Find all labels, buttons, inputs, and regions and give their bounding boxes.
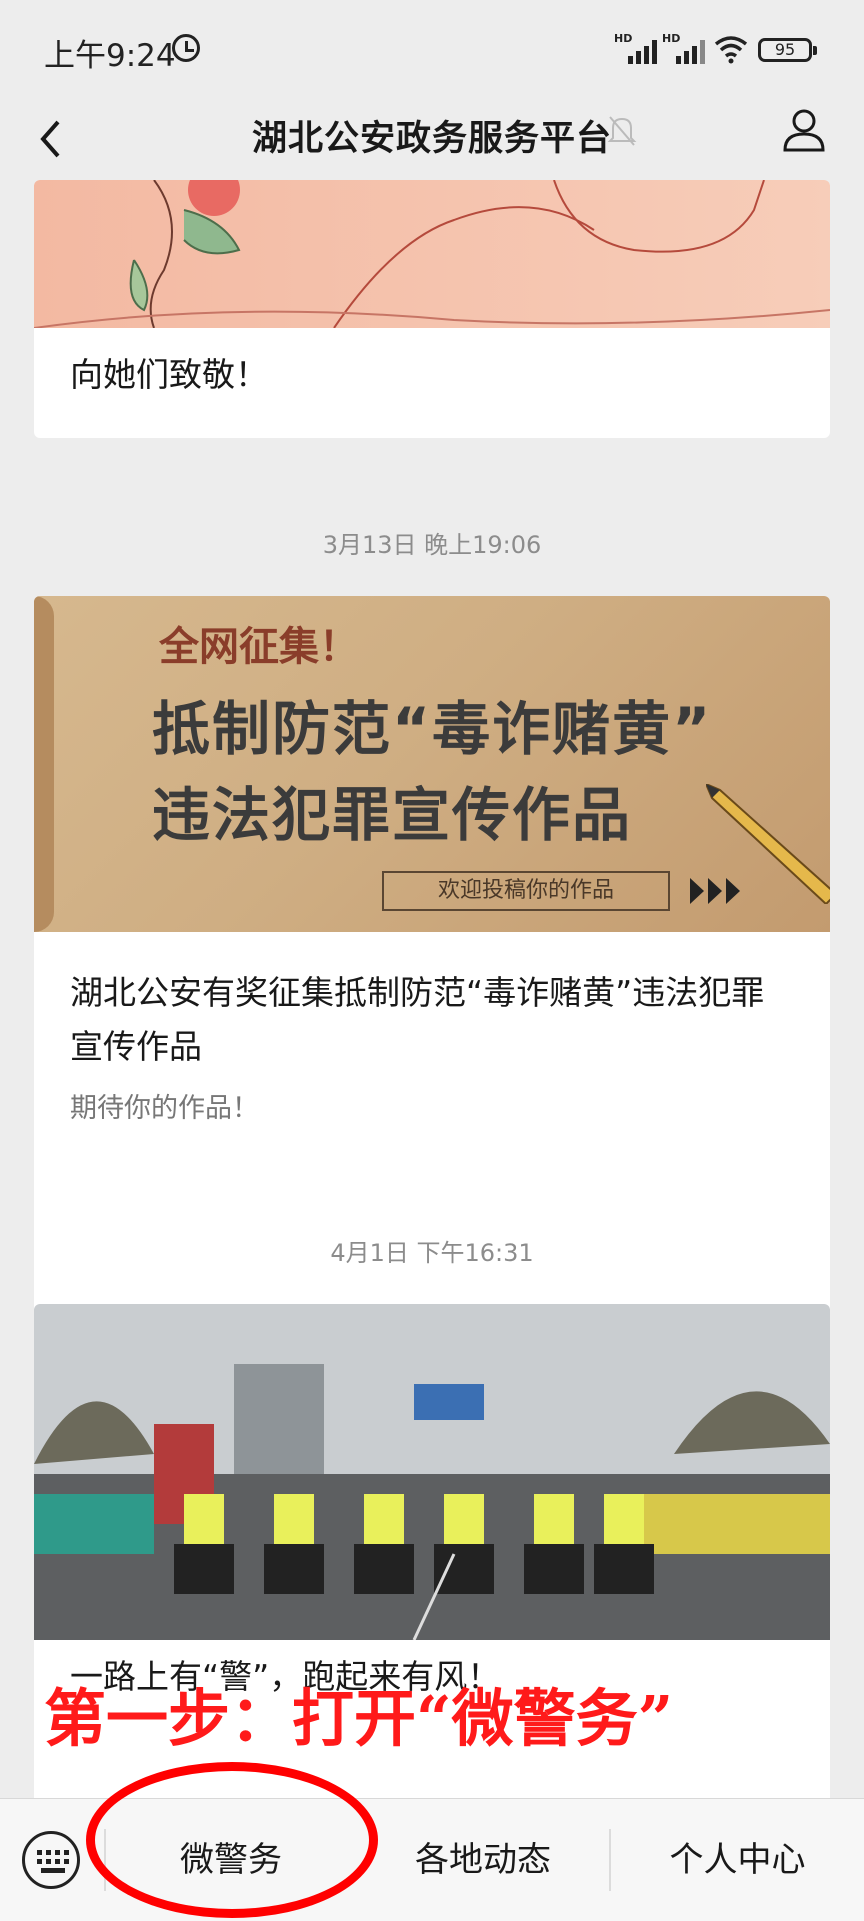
battery-icon: 95 [758, 38, 817, 62]
highlight-circle [86, 1762, 378, 1918]
banner-cta: 欢迎投稿你的作品 [382, 871, 670, 911]
mute-icon [607, 116, 637, 146]
article-title[interactable]: 向她们致敬！ [70, 348, 794, 402]
status-time: 上午9:24 [44, 38, 176, 74]
article-summary: 期待你的作品！ [70, 1093, 259, 1124]
message-feed[interactable]: 向她们致敬！ 3月13日 晚上19:06 全网征集！ 抵制防范“毒诈赌黄” 违法… [0, 180, 864, 1798]
keyboard-icon[interactable] [22, 1831, 80, 1889]
article-card[interactable]: 全网征集！ 抵制防范“毒诈赌黄” 违法犯罪宣传作品 欢迎投稿你的作品 湖北公安有… [34, 596, 830, 1326]
message-timestamp: 3月13日 晚上19:06 [322, 531, 542, 559]
signal-icon: HD [662, 32, 708, 64]
top-nav: 湖北公安政务服务平台 [0, 100, 864, 180]
banner-tag: 全网征集！ [159, 624, 359, 670]
signal-hd-label: HD [614, 32, 633, 45]
article-card[interactable]: 向她们致敬！ [34, 180, 830, 438]
status-bar: 上午9:24 HD HD 95 [0, 0, 864, 100]
page-title: 湖北公安政务服务平台 [251, 119, 612, 159]
banner-headline: 违法犯罪宣传作品 [152, 781, 633, 849]
menu-item-personal-center[interactable]: 个人中心 [611, 1799, 864, 1921]
pencil-icon [706, 784, 830, 904]
message-timestamp: 4月1日 下午16:31 [330, 1239, 534, 1267]
banner-headline: 抵制防范“毒诈赌黄” [152, 695, 713, 763]
article-cover-image: 全网征集！ 抵制防范“毒诈赌黄” 违法犯罪宣传作品 欢迎投稿你的作品 [34, 596, 830, 932]
menu-item-local-news[interactable]: 各地动态 [358, 1799, 608, 1921]
wifi-icon [714, 36, 748, 64]
signal-icon: HD [614, 32, 660, 64]
article-cover-image [34, 1304, 830, 1640]
alarm-icon [172, 34, 200, 62]
signal-hd-label: HD [662, 32, 681, 45]
article-title[interactable]: 湖北公安有奖征集抵制防范“毒诈赌黄”违法犯罪宣传作品 [70, 966, 794, 1074]
instruction-annotation: 第一步：打开“微警务” [44, 1682, 674, 1755]
article-cover-image [34, 180, 830, 328]
user-icon[interactable] [782, 106, 826, 154]
